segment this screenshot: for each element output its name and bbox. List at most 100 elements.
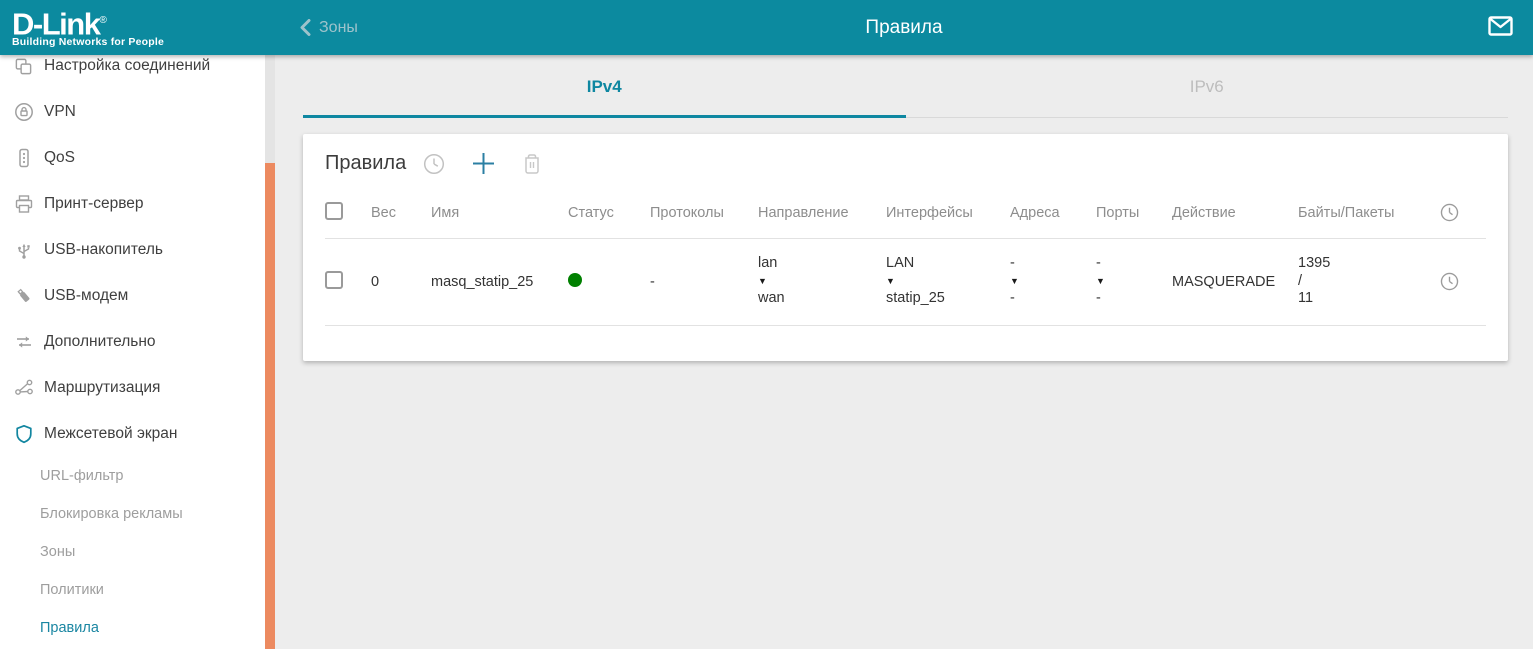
rules-card-header: Правила bbox=[325, 134, 1486, 176]
tab-ipv4[interactable]: IPv4 bbox=[303, 55, 906, 118]
port-from: - bbox=[1096, 255, 1172, 273]
rules-card: Правила Вес Имя Статус Протоколы Направл… bbox=[303, 134, 1508, 361]
sidebar-subitem-label: URL-фильтр bbox=[40, 468, 123, 484]
rules-table: Вес Имя Статус Протоколы Направление Инт… bbox=[325, 188, 1486, 326]
sidebar-subitem-label: Правила bbox=[40, 620, 99, 636]
rule-weight: 0 bbox=[371, 238, 431, 325]
rule-ports: - ▼ - bbox=[1096, 238, 1172, 325]
column-header-action: Действие bbox=[1172, 188, 1298, 238]
firewall-shield-icon bbox=[14, 424, 34, 444]
arrow-down-icon: ▼ bbox=[1096, 273, 1172, 291]
rule-interfaces: LAN ▼ statip_25 bbox=[886, 238, 1010, 325]
sidebar-subitem-label: Зоны bbox=[40, 544, 75, 560]
address-to: - bbox=[1010, 290, 1096, 308]
sidebar-item-label: Настройка соединений bbox=[44, 57, 210, 75]
ip-version-tabs: IPv4 IPv6 bbox=[303, 55, 1508, 118]
column-header-weight: Вес bbox=[371, 188, 431, 238]
sidebar-item-qos[interactable]: QoS bbox=[14, 135, 275, 181]
top-header-bar: D-Link® Building Networks for People Зон… bbox=[0, 0, 1533, 55]
rule-schedule-clock-icon bbox=[1440, 272, 1486, 291]
column-header-schedule-icon bbox=[1440, 203, 1486, 222]
rule-action: MASQUERADE bbox=[1172, 238, 1298, 325]
tab-ipv6-label: IPv6 bbox=[1190, 77, 1224, 97]
dlink-logo: D-Link® Building Networks for People bbox=[0, 7, 275, 48]
sidebar-subitem-url-filter[interactable]: URL-фильтр bbox=[14, 457, 275, 495]
sidebar-item-advanced[interactable]: Дополнительно bbox=[14, 319, 275, 365]
tab-inactive-underline bbox=[906, 117, 1509, 118]
qos-icon bbox=[14, 148, 34, 168]
sidebar-item-label: Принт-сервер bbox=[44, 195, 144, 213]
sidebar-subitem-zones[interactable]: Зоны bbox=[14, 533, 275, 571]
main-content: IPv4 IPv6 Правила Вес bbox=[275, 55, 1533, 649]
sidebar-subitem-policies[interactable]: Политики bbox=[14, 571, 275, 609]
sidebar-nav: Настройка соединений VPN QoS Принт-серве… bbox=[0, 55, 275, 649]
address-from: - bbox=[1010, 255, 1096, 273]
column-header-addresses: Адреса bbox=[1010, 188, 1096, 238]
rule-name: masq_statip_25 bbox=[431, 238, 568, 325]
mail-icon[interactable] bbox=[1488, 16, 1513, 41]
interface-from: LAN bbox=[886, 255, 1010, 273]
rules-table-header-row: Вес Имя Статус Протоколы Направление Инт… bbox=[325, 188, 1486, 238]
select-all-checkbox[interactable] bbox=[325, 202, 343, 220]
usb-modem-icon bbox=[14, 286, 34, 306]
packets-value: 11 bbox=[1298, 290, 1440, 308]
tab-ipv4-label: IPv4 bbox=[587, 77, 622, 97]
sidebar-item-print-server[interactable]: Принт-сервер bbox=[14, 181, 275, 227]
rules-card-title: Правила bbox=[325, 152, 406, 175]
rule-protocols: - bbox=[650, 238, 758, 325]
sidebar-subitem-rules[interactable]: Правила bbox=[14, 609, 275, 647]
delete-rule-button[interactable] bbox=[522, 153, 542, 175]
bytes-packets-separator: / bbox=[1298, 273, 1440, 291]
schedule-clock-button[interactable] bbox=[423, 153, 445, 175]
tab-active-underline bbox=[303, 115, 906, 118]
sidebar-item-routing[interactable]: Маршрутизация bbox=[14, 365, 275, 411]
registered-mark: ® bbox=[99, 15, 106, 26]
sidebar-item-label: Межсетевой экран bbox=[44, 425, 177, 443]
bytes-value: 1395 bbox=[1298, 255, 1440, 273]
column-header-protocols: Протоколы bbox=[650, 188, 758, 238]
status-enabled-dot bbox=[568, 273, 582, 287]
column-header-ports: Порты bbox=[1096, 188, 1172, 238]
sidebar-item-label: USB-модем bbox=[44, 287, 128, 305]
column-header-bytes-packets: Байты/Пакеты bbox=[1298, 188, 1440, 238]
rule-direction: lan ▼ wan bbox=[758, 238, 886, 325]
sidebar-item-vpn[interactable]: VPN bbox=[14, 89, 275, 135]
arrow-down-icon: ▼ bbox=[758, 273, 886, 291]
routing-icon bbox=[14, 378, 34, 398]
sidebar-scrollbar-thumb[interactable] bbox=[265, 163, 275, 649]
direction-from: lan bbox=[758, 255, 886, 273]
tab-ipv6[interactable]: IPv6 bbox=[906, 55, 1509, 118]
printer-icon bbox=[14, 194, 34, 214]
rule-bytes-packets: 1395 / 11 bbox=[1298, 238, 1440, 325]
sidebar-item-label: USB-накопитель bbox=[44, 241, 163, 259]
rule-addresses: - ▼ - bbox=[1010, 238, 1096, 325]
column-header-status: Статус bbox=[568, 188, 650, 238]
sidebar-subitem-label: Блокировка рекламы bbox=[40, 506, 183, 522]
sidebar-subitem-ad-blocking[interactable]: Блокировка рекламы bbox=[14, 495, 275, 533]
sidebar-item-firewall[interactable]: Межсетевой экран bbox=[14, 411, 275, 457]
sidebar-item-label: Маршрутизация bbox=[44, 379, 160, 397]
column-header-direction: Направление bbox=[758, 188, 886, 238]
sidebar-item-label: VPN bbox=[44, 103, 76, 121]
rule-row[interactable]: 0 masq_statip_25 - lan ▼ wan LAN bbox=[325, 238, 1486, 325]
arrow-down-icon: ▼ bbox=[886, 273, 1010, 291]
arrow-down-icon: ▼ bbox=[1010, 273, 1096, 291]
page-title: Правила bbox=[275, 0, 1533, 55]
logo-brand-text: D-Link® bbox=[12, 7, 275, 38]
column-header-name: Имя bbox=[431, 188, 568, 238]
sidebar-item-connections-setup[interactable]: Настройка соединений bbox=[14, 55, 275, 89]
connections-icon bbox=[14, 56, 34, 76]
sidebar-item-usb-modem[interactable]: USB-модем bbox=[14, 273, 275, 319]
sidebar-item-usb-storage[interactable]: USB-накопитель bbox=[14, 227, 275, 273]
sidebar-item-label: Дополнительно bbox=[44, 333, 156, 351]
add-rule-button[interactable] bbox=[471, 151, 496, 176]
sidebar-subitem-label: Политики bbox=[40, 582, 104, 598]
usb-storage-icon bbox=[14, 240, 34, 260]
double-arrows-icon bbox=[14, 332, 34, 352]
vpn-lock-icon bbox=[14, 102, 34, 122]
logo-tagline: Building Networks for People bbox=[12, 36, 275, 48]
sidebar-item-label: QoS bbox=[44, 149, 75, 167]
column-header-interfaces: Интерфейсы bbox=[886, 188, 1010, 238]
rule-row-checkbox[interactable] bbox=[325, 271, 343, 289]
sidebar-scrollbar-track bbox=[265, 55, 275, 649]
